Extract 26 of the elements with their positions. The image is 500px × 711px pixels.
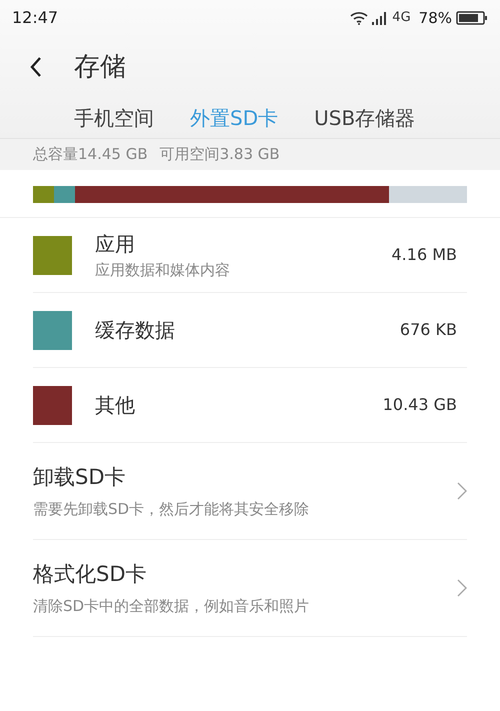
- row-description: 需要先卸载SD卡，然后才能将其安全移除: [33, 498, 310, 520]
- row-title: 卸载SD卡: [33, 464, 127, 491]
- tab[interactable]: USB存储器: [314, 103, 416, 133]
- signal-icon: [372, 12, 388, 24]
- network-type: 4G: [392, 9, 411, 28]
- row-title: 格式化SD卡: [33, 561, 148, 588]
- row-description: 清除SD卡中的全部数据，例如音乐和照片: [33, 596, 310, 616]
- settings-row[interactable]: 格式化SD卡 清除SD卡中的全部数据，例如音乐和照片: [33, 540, 467, 637]
- category-name: 缓存数据: [95, 317, 176, 344]
- chevron-right-icon: [457, 579, 467, 597]
- wifi-icon: [350, 11, 368, 25]
- tab[interactable]: 手机空间: [74, 103, 154, 133]
- category-name: 应用: [95, 230, 136, 258]
- page-title: 存储: [74, 50, 126, 84]
- category-detail: 应用数据和媒体内容: [95, 260, 231, 281]
- battery-icon: [456, 11, 488, 25]
- status-time: 12:47: [12, 7, 58, 29]
- category-size: 10.43 GB: [382, 394, 457, 416]
- settings-row[interactable]: 卸载SD卡 需要先卸载SD卡，然后才能将其安全移除: [33, 443, 467, 540]
- free-space: 可用空间3.83 GB: [160, 144, 280, 166]
- category-size: 4.16 MB: [392, 244, 457, 266]
- category-name: 其他: [95, 392, 136, 419]
- battery-percent: 78%: [418, 8, 452, 29]
- category-size: 676 KB: [400, 319, 457, 341]
- chevron-right-icon: [457, 482, 467, 500]
- total-capacity: 总容量14.45 GB: [33, 144, 148, 166]
